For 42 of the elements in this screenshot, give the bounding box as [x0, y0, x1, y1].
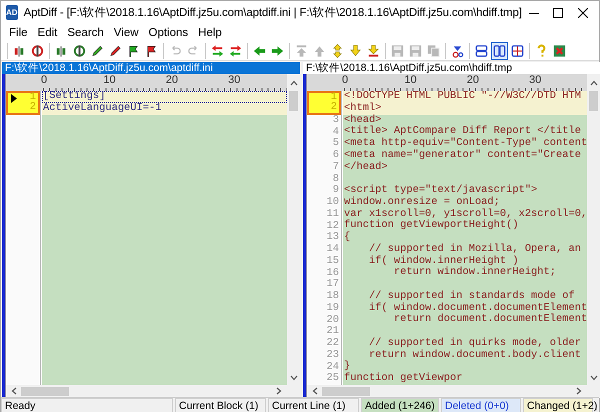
status-field: Current Line (1) [268, 398, 359, 412]
line-number: 11 [326, 210, 339, 219]
line-number: 9 [332, 186, 339, 196]
status-field: Deleted (0+0) [441, 398, 521, 412]
ruler-number: 10 [103, 74, 116, 87]
status-field: Ready [1, 398, 173, 412]
line-number: 22 [326, 339, 339, 348]
app-icon: AD [6, 5, 18, 20]
line-number: 6 [332, 151, 339, 160]
line-number: 2 [30, 103, 36, 112]
line-number: 1 [30, 93, 36, 102]
line-number: 15 [326, 256, 339, 266]
line-number: 4 [332, 128, 339, 137]
ruler-number: 20 [466, 74, 480, 87]
line-number: 23 [326, 350, 339, 360]
ruler-number: 20 [166, 74, 178, 87]
status-field: Current Block (1) [175, 398, 266, 412]
ruler-number: 30 [228, 74, 240, 87]
ruler-number: 0 [342, 74, 348, 87]
line-number: 7 [332, 162, 339, 172]
line-number: 5 [332, 139, 339, 148]
ruler-number: 10 [404, 74, 417, 87]
line-number: 18 [326, 292, 339, 302]
line-number: 8 [332, 174, 339, 184]
line-number: 3 [332, 116, 339, 125]
line-number: 13 [326, 233, 339, 242]
line-number: 12 [326, 222, 339, 231]
line-number: 25 [326, 374, 339, 384]
line-number: 19 [326, 304, 339, 313]
line-number: 17 [326, 280, 339, 290]
ruler-number: 0 [41, 74, 48, 87]
ruler-number: 30 [529, 74, 542, 87]
status-field: Added (1+246) [361, 398, 439, 412]
line-number: 1 [330, 93, 337, 102]
line-number: 10 [326, 198, 339, 208]
line-number: 24 [326, 362, 339, 372]
line-number: 20 [326, 316, 339, 325]
window-title: AptDiff - [F:\软件\2018.1.16\AptDiff.jz5u.com\aptdiff.ini | F:\软件\2018.1.16\AptDiff.jz5u.com\hdiff.tmp] [24, 6, 522, 20]
line-number: 14 [326, 245, 339, 254]
line-number: 2 [330, 103, 337, 112]
line-number: 16 [326, 268, 339, 278]
line-number: 21 [326, 327, 339, 336]
